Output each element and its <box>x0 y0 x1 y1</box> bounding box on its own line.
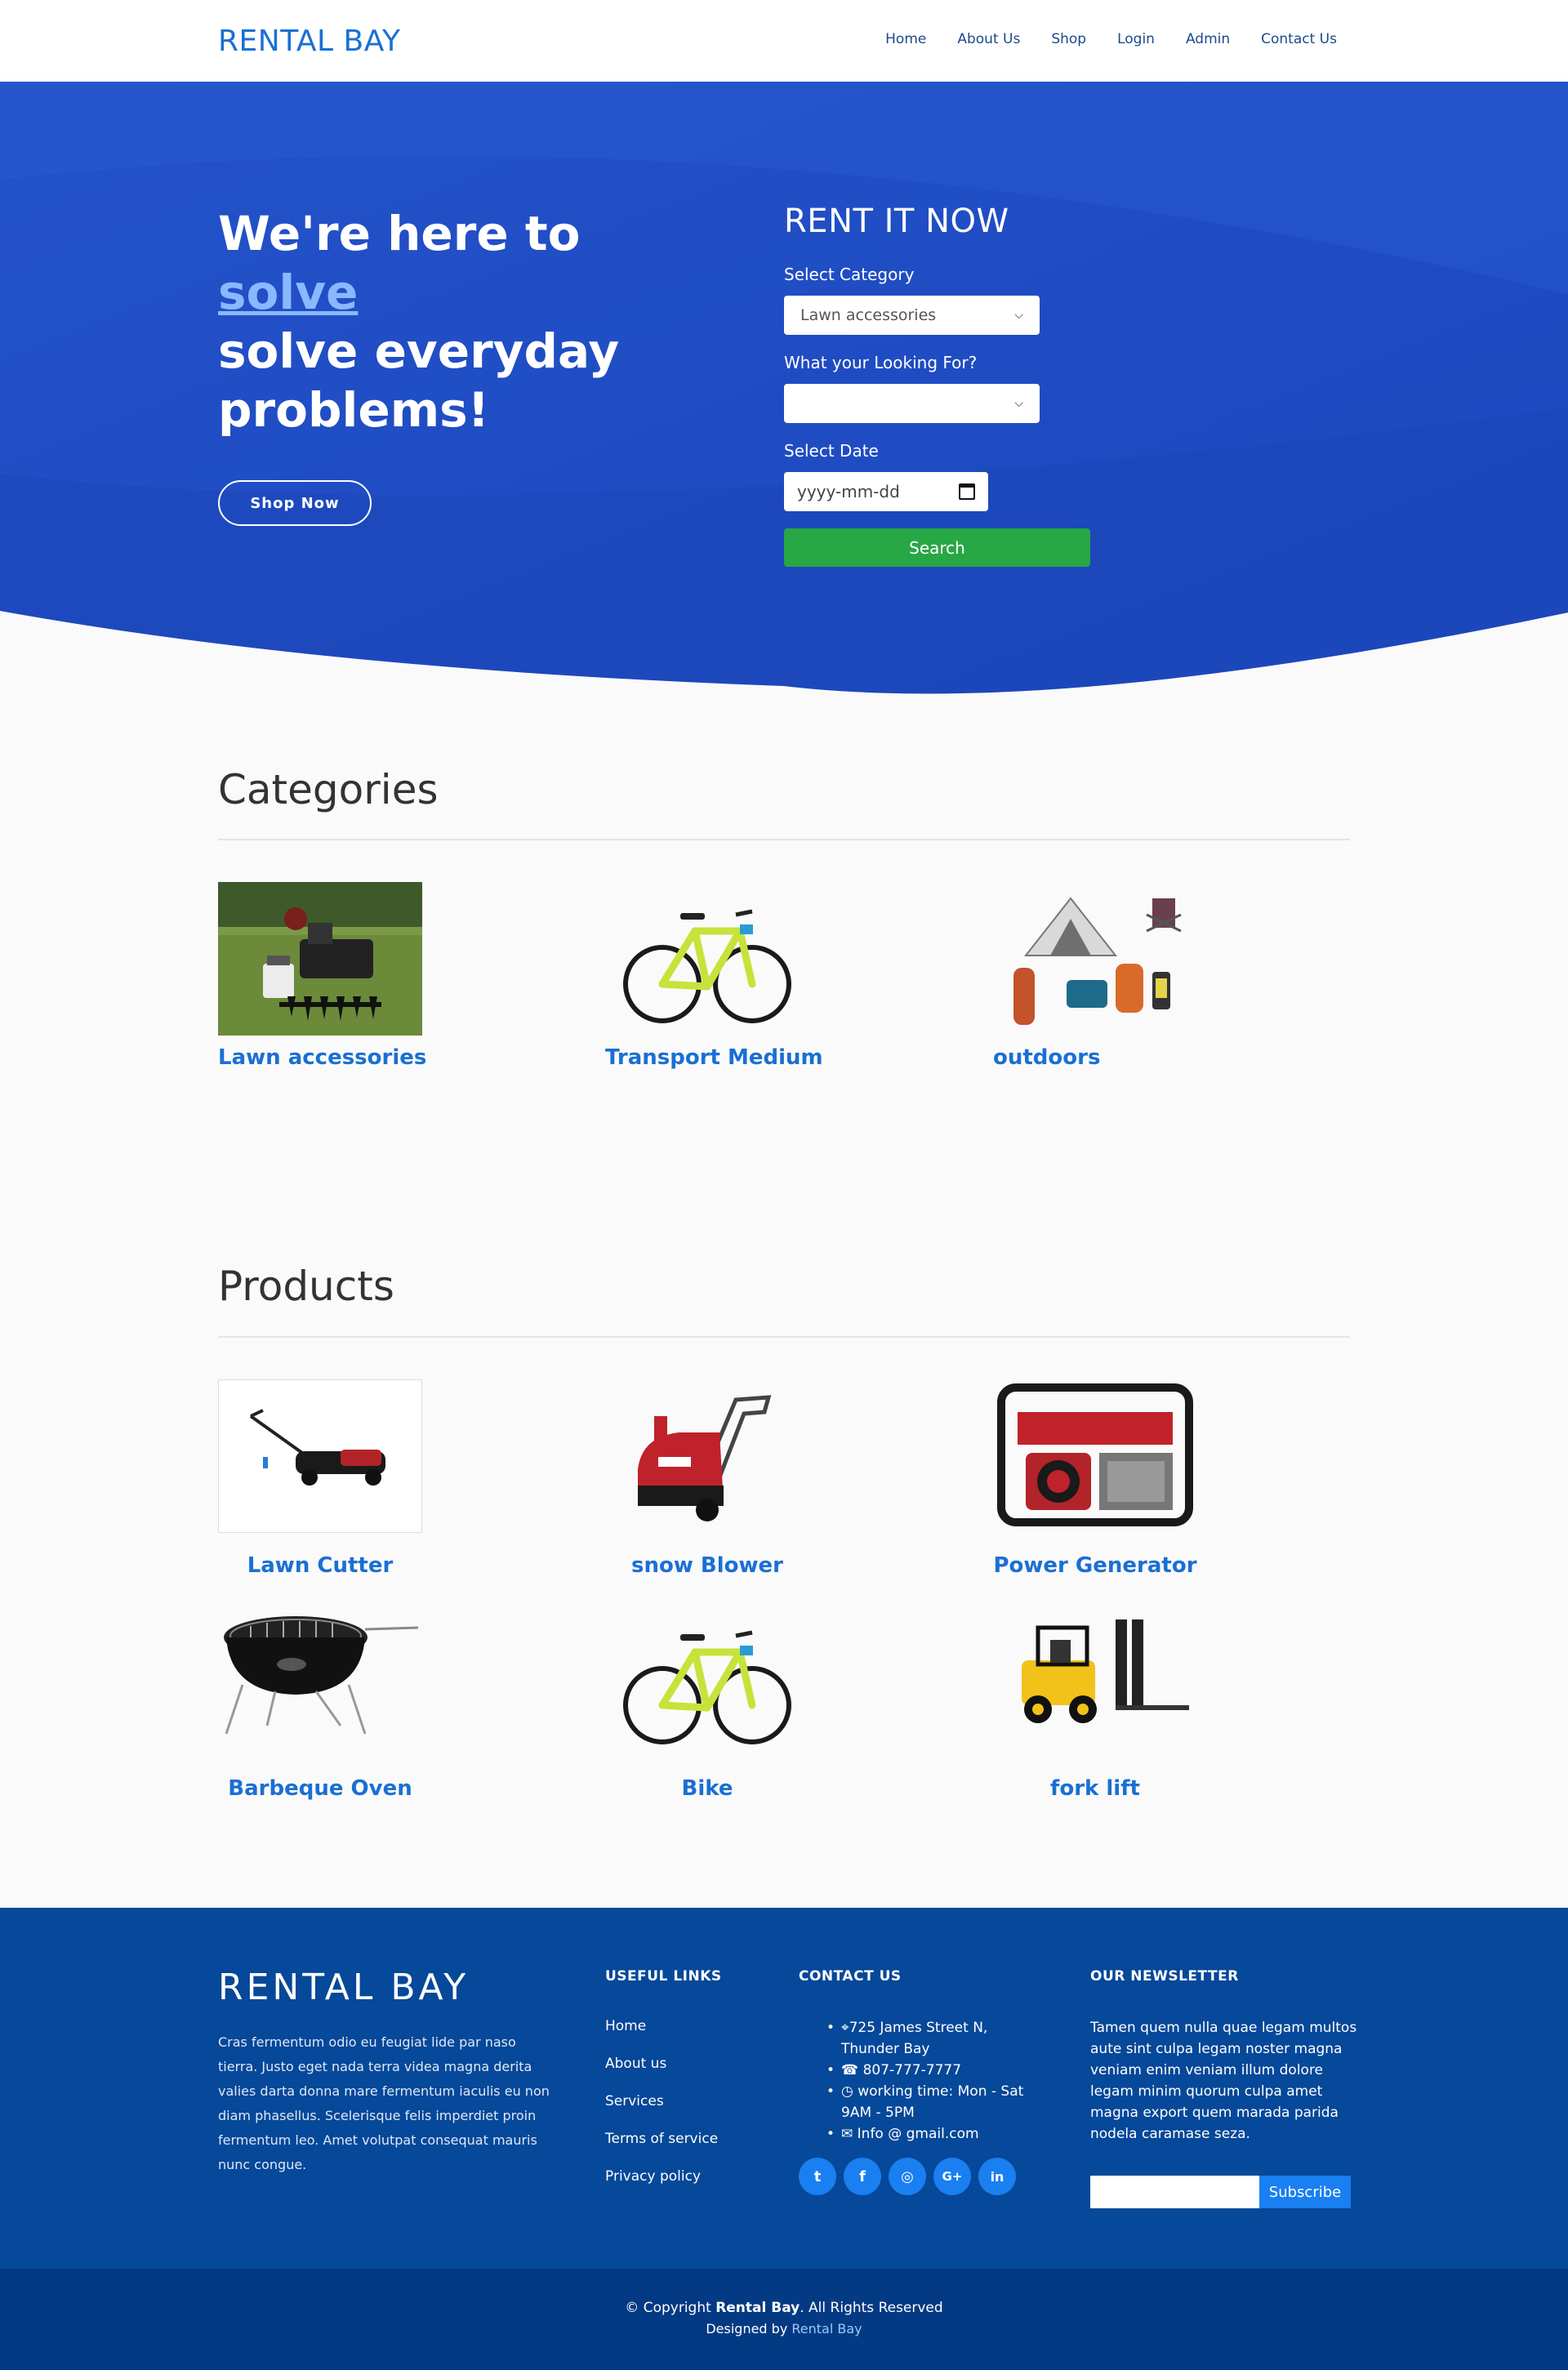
contact-phone: ☎ 807-777-7777 <box>817 2060 1037 2081</box>
date-input[interactable]: yyyy-mm-dd <box>784 472 988 511</box>
map-marker-icon: ⌖ <box>841 2020 849 2036</box>
lawn-mower-image[interactable] <box>218 1379 422 1533</box>
chevron-down-icon: ⌵ <box>1014 309 1023 322</box>
chevron-down-icon: ⌵ <box>1014 397 1023 410</box>
category-label: Select Category <box>784 265 915 284</box>
product-lawn-cutter[interactable]: Lawn Cutter <box>218 1553 422 1578</box>
google-plus-icon[interactable]: G+ <box>933 2158 971 2195</box>
designed-by-link[interactable]: Rental Bay <box>791 2321 862 2337</box>
category-transport-medium[interactable]: Transport Medium <box>605 1045 823 1070</box>
twitter-icon[interactable]: t <box>799 2158 836 2195</box>
instagram-icon[interactable]: ◎ <box>889 2158 926 2195</box>
looking-for-select[interactable]: ⌵ <box>784 384 1040 423</box>
categories-divider <box>218 839 1350 840</box>
linkedin-icon[interactable]: in <box>978 2158 1016 2195</box>
date-placeholder: yyyy-mm-dd <box>797 482 900 501</box>
contact-email[interactable]: ✉ Info @ gmail.com <box>817 2123 1037 2145</box>
products-divider <box>218 1336 1350 1338</box>
shop-now-button[interactable]: Shop Now <box>218 480 372 526</box>
hero-line-3: problems! <box>218 382 490 438</box>
product-snow-blower[interactable]: snow Blower <box>605 1553 809 1578</box>
designed-by-text: Designed by Rental Bay <box>706 2321 862 2337</box>
product-bike[interactable]: Bike <box>605 1776 809 1801</box>
rent-form-title: RENT IT NOW <box>784 203 1009 240</box>
products-title: Products <box>218 1263 394 1310</box>
newsletter-title: OUR NEWSLETTER <box>1090 1968 1239 1985</box>
footer-link-home[interactable]: Home <box>605 2018 646 2034</box>
forklift-image[interactable] <box>993 1603 1197 1757</box>
clock-icon: ◷ <box>841 2083 858 2100</box>
categories-title: Categories <box>218 766 439 813</box>
category-select-value: Lawn accessories <box>800 306 937 324</box>
footer: RENTAL BAY Cras fermentum odio eu feugia… <box>0 1908 1568 2269</box>
copyright-bar: © Copyright Rental Bay. All Rights Reser… <box>0 2269 1568 2370</box>
bicycle-image[interactable] <box>605 882 809 1036</box>
contact-address: ⌖725 James Street N, Thunder Bay <box>817 2017 1037 2060</box>
category-outdoors[interactable]: outdoors <box>993 1045 1100 1070</box>
social-links: t f ◎ G+ in <box>799 2158 1016 2195</box>
hero-section: We're here to solve solve everyday probl… <box>0 82 1568 694</box>
search-button[interactable]: Search <box>784 528 1090 567</box>
brand-logo[interactable]: RENTAL BAY <box>218 25 401 58</box>
lawn-aerator-image[interactable] <box>218 882 422 1036</box>
phone-icon: ☎ <box>841 2062 863 2078</box>
nav-link-login[interactable]: Login <box>1117 31 1155 47</box>
footer-link-about[interactable]: About us <box>605 2056 666 2072</box>
hero-highlight: solve <box>218 265 359 320</box>
hero-line-2: solve everyday <box>218 323 620 379</box>
category-select[interactable]: Lawn accessories ⌵ <box>784 296 1040 335</box>
subscribe-button[interactable]: Subscribe <box>1259 2176 1351 2208</box>
product-fork-lift[interactable]: fork lift <box>993 1776 1197 1801</box>
date-label: Select Date <box>784 441 879 461</box>
camping-gear-image[interactable] <box>993 882 1197 1036</box>
copyright-brand: Rental Bay <box>715 2300 800 2316</box>
nav-link-home[interactable]: Home <box>885 31 926 47</box>
nav-link-contact[interactable]: Contact Us <box>1261 31 1337 47</box>
footer-brand: RENTAL BAY <box>218 1967 470 2008</box>
snow-blower-image[interactable] <box>605 1379 809 1533</box>
footer-about-text: Cras fermentum odio eu feugiat lide par … <box>218 2034 550 2172</box>
nav-link-about[interactable]: About Us <box>957 31 1020 47</box>
hero-line-1: We're here to <box>218 206 581 261</box>
contact-list: ⌖725 James Street N, Thunder Bay ☎ 807-7… <box>817 2017 1037 2145</box>
top-navbar: RENTAL BAY Home About Us Shop Login Admi… <box>0 0 1568 82</box>
generator-image[interactable] <box>993 1379 1197 1533</box>
envelope-icon: ✉ <box>841 2126 858 2142</box>
bicycle-image[interactable] <box>605 1603 809 1757</box>
calendar-icon[interactable] <box>959 483 975 500</box>
nav-link-admin[interactable]: Admin <box>1186 31 1230 47</box>
category-lawn-accessories[interactable]: Lawn accessories <box>218 1045 426 1070</box>
footer-link-services[interactable]: Services <box>605 2093 664 2109</box>
product-barbeque-oven[interactable]: Barbeque Oven <box>218 1776 422 1801</box>
newsletter-text: Tamen quem nulla quae legam multos aute … <box>1090 2020 1357 2142</box>
footer-link-privacy[interactable]: Privacy policy <box>605 2168 701 2185</box>
barbeque-grill-image[interactable] <box>218 1603 422 1757</box>
facebook-icon[interactable]: f <box>844 2158 881 2195</box>
nav-links: Home About Us Shop Login Admin Contact U… <box>885 31 1337 47</box>
looking-for-label: What your Looking For? <box>784 353 978 372</box>
copyright-text: © Copyright Rental Bay. All Rights Reser… <box>625 2300 943 2316</box>
contact-title: CONTACT US <box>799 1968 902 1985</box>
nav-link-shop[interactable]: Shop <box>1051 31 1086 47</box>
useful-links-title: USEFUL LINKS <box>605 1968 722 1985</box>
newsletter-email-input[interactable] <box>1090 2176 1259 2208</box>
hero-headline: We're here to solve solve everyday probl… <box>218 204 643 439</box>
footer-link-terms[interactable]: Terms of service <box>605 2131 718 2147</box>
contact-hours: ◷ working time: Mon - Sat 9AM - 5PM <box>817 2081 1037 2123</box>
product-power-generator[interactable]: Power Generator <box>993 1553 1197 1578</box>
